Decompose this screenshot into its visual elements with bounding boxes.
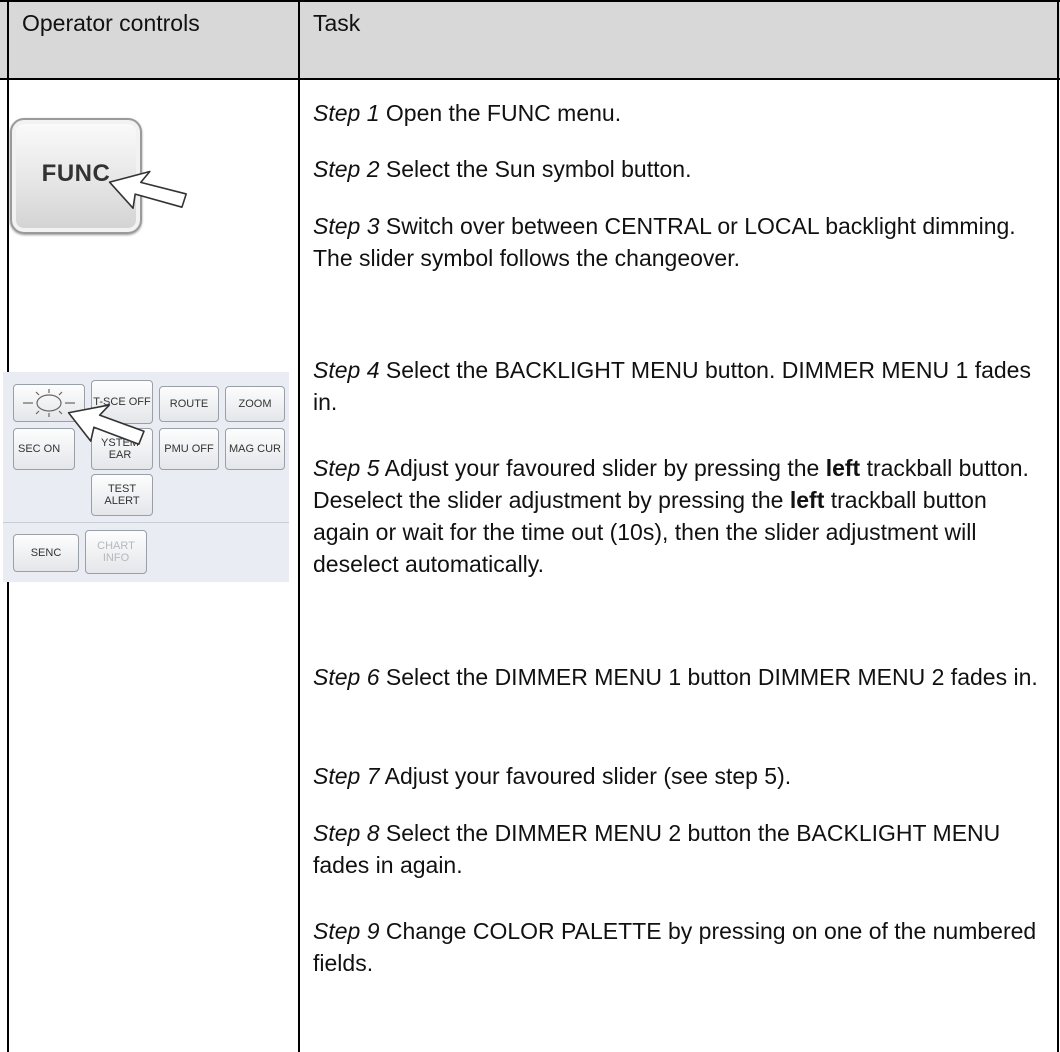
instruction-table: Operator controls Task FUNC T-SCE OFF RO… (0, 0, 1060, 1052)
step-7: Step 7 Adjust your favoured slider (see … (313, 760, 1048, 792)
step-text: Select the DIMMER MENU 1 button DIMMER M… (379, 664, 1038, 690)
step-text: Select the BACKLIGHT MENU button. DIMMER… (313, 357, 1031, 415)
step-text: Open the FUNC menu. (379, 100, 622, 126)
step-2: Step 2 Select the Sun symbol button. (313, 153, 1048, 185)
step-text: Change COLOR PALETTE by pressing on one … (313, 918, 1037, 976)
step-4: Step 4 Select the BACKLIGHT MENU button.… (313, 354, 1048, 418)
step-label: Step 8 (313, 820, 380, 846)
table-header-row: Operator controls Task (0, 0, 1060, 78)
step-text: Select the DIMMER MENU 2 button the BACK… (313, 820, 1001, 878)
step-emphasis: left (789, 487, 825, 513)
header-operator-controls: Operator controls (22, 10, 200, 36)
step-label: Step 4 (313, 357, 380, 383)
step-3: Step 3 Switch over between CENTRAL or LO… (313, 210, 1048, 274)
step-text: Adjust your favoured slider by pressing … (379, 455, 826, 481)
step-9: Step 9 Change COLOR PALETTE by pressing … (313, 915, 1048, 979)
step-5: Step 5 Adjust your favoured slider by pr… (313, 452, 1048, 580)
step-1: Step 1 Open the FUNC menu. (313, 97, 1048, 129)
func-button-image: FUNC (2, 116, 192, 266)
step-label: Step 7 (313, 763, 380, 789)
cursor-arrow-icon (108, 170, 187, 209)
step-text: Adjust your favoured slider (see step 5)… (379, 763, 792, 789)
step-label: Step 1 (313, 100, 380, 126)
step-6: Step 6 Select the DIMMER MENU 1 button D… (313, 661, 1048, 693)
cursor-arrow-icon (67, 404, 145, 445)
step-text: Switch over between CENTRAL or LOCAL bac… (313, 213, 1016, 271)
step-label: Step 2 (313, 156, 380, 182)
step-label: Step 5 (313, 455, 380, 481)
step-label: Step 3 (313, 213, 380, 239)
step-emphasis: left (825, 455, 861, 481)
table-border-top (0, 0, 1060, 2)
header-divider (0, 78, 1060, 80)
step-label: Step 6 (313, 664, 380, 690)
table-border-right (1057, 0, 1059, 1052)
step-8: Step 8 Select the DIMMER MENU 2 button t… (313, 817, 1048, 881)
column-divider (298, 0, 300, 1052)
step-text: Select the Sun symbol button. (379, 156, 692, 182)
header-task: Task (313, 10, 361, 36)
step-label: Step 9 (313, 918, 380, 944)
function-panel-image: T-SCE OFF ROUTE ZOOM SEC ON YSTEM EAR PM… (3, 372, 289, 582)
